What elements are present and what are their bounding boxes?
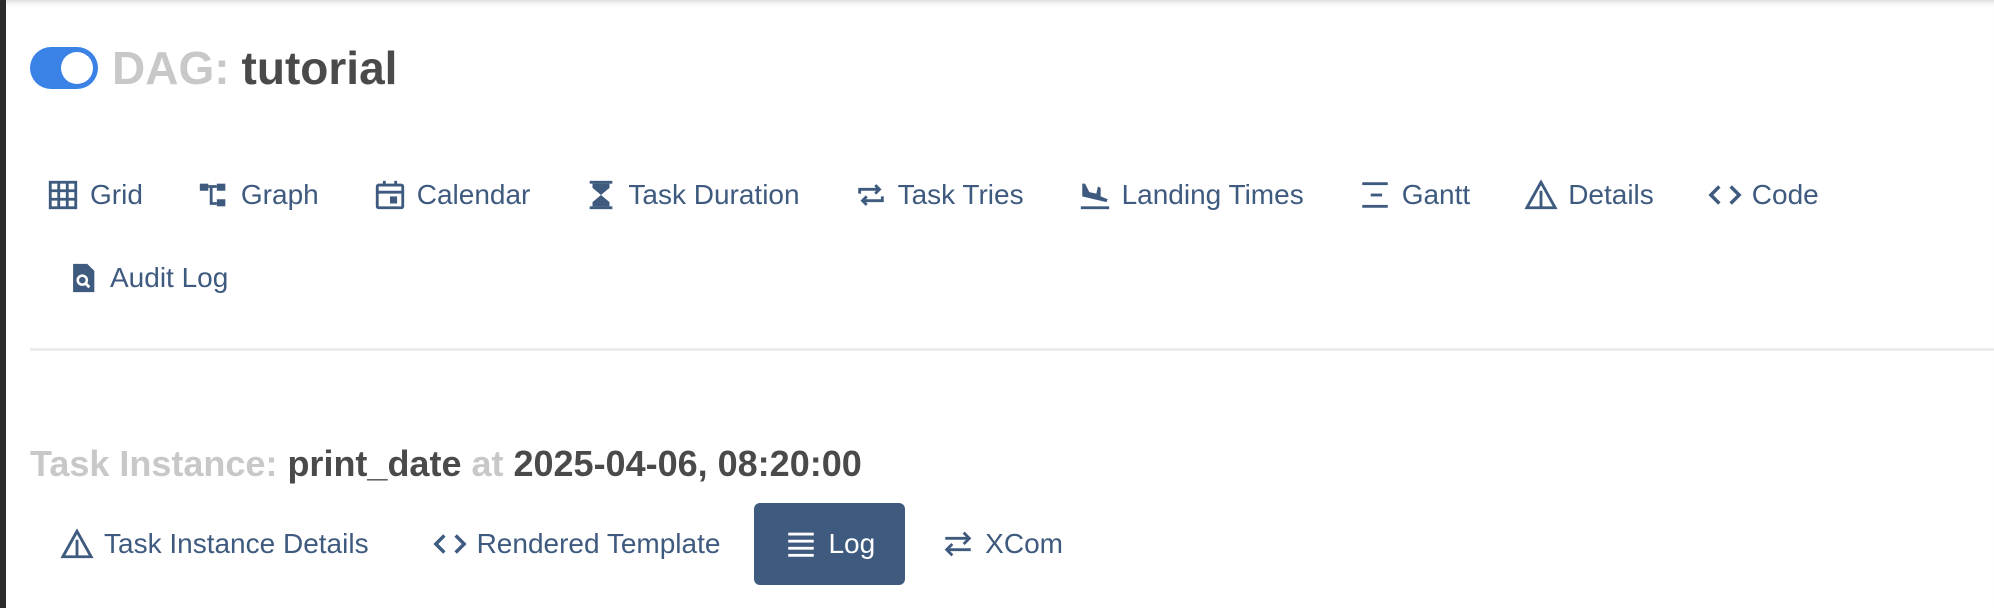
file-search-icon bbox=[73, 263, 95, 293]
nav-calendar-label: Calendar bbox=[416, 179, 531, 210]
tab-rendered-template-label: Rendered Template bbox=[476, 528, 721, 559]
code-icon bbox=[1708, 185, 1742, 205]
nav-gantt[interactable]: Gantt bbox=[1358, 172, 1470, 218]
graph-icon bbox=[199, 183, 226, 207]
dag-label-prefix: DAG: bbox=[112, 42, 230, 94]
task-instance-header: Task Instance: print_date at 2025-04-06,… bbox=[30, 442, 862, 486]
task-id: print_date bbox=[287, 443, 462, 484]
nav-gantt-label: Gantt bbox=[1401, 179, 1471, 210]
nav-landing-times[interactable]: Landing Times bbox=[1078, 172, 1304, 218]
code-icon bbox=[433, 534, 467, 554]
dag-pause-toggle[interactable] bbox=[30, 47, 98, 89]
nav-grid[interactable]: Grid bbox=[46, 172, 143, 218]
list-lines-icon bbox=[788, 532, 815, 557]
tab-log[interactable]: Log bbox=[754, 503, 906, 585]
nav-code-label: Code bbox=[1751, 179, 1819, 210]
section-divider bbox=[30, 348, 1994, 351]
tab-task-instance-details[interactable]: Task Instance Details bbox=[60, 503, 369, 585]
calendar-icon bbox=[375, 180, 404, 210]
nav-task-duration[interactable]: Task Duration bbox=[584, 172, 800, 218]
hourglass-icon bbox=[590, 180, 613, 210]
nav-task-tries[interactable]: Task Tries bbox=[854, 172, 1024, 218]
task-instance-at: at bbox=[471, 443, 504, 484]
nav-task-duration-label: Task Duration bbox=[628, 179, 800, 210]
tab-log-label: Log bbox=[828, 528, 876, 559]
nav-calendar[interactable]: Calendar bbox=[373, 172, 531, 218]
dag-view-nav-row-2: Audit Log bbox=[46, 255, 228, 301]
plane-landing-icon bbox=[1080, 183, 1109, 210]
nav-audit-log[interactable]: Audit Log bbox=[66, 255, 228, 301]
grid-icon bbox=[48, 180, 78, 210]
gantt-icon bbox=[1361, 182, 1388, 208]
task-instance-date: 2025-04-06, 08:20:00 bbox=[513, 443, 862, 484]
nav-task-tries-label: Task Tries bbox=[897, 179, 1024, 210]
tab-rendered-template[interactable]: Rendered Template bbox=[433, 503, 721, 585]
swap-icon bbox=[944, 531, 972, 557]
tab-task-instance-details-label: Task Instance Details bbox=[104, 528, 369, 559]
task-instance-tabs: Task Instance Details Rendered Template … bbox=[60, 503, 1063, 585]
toggle-knob bbox=[61, 52, 93, 84]
nav-audit-log-label: Audit Log bbox=[110, 262, 229, 293]
tab-xcom[interactable]: XCom bbox=[941, 503, 1063, 585]
nav-graph[interactable]: Graph bbox=[197, 172, 319, 218]
nav-landing-times-label: Landing Times bbox=[1121, 179, 1304, 210]
nav-graph-label: Graph bbox=[240, 179, 319, 210]
nav-details-label: Details bbox=[1568, 179, 1654, 210]
dag-view-nav: Grid Graph Calendar Task Duration Task T… bbox=[46, 172, 1819, 218]
dag-header: DAG: tutorial bbox=[30, 40, 397, 96]
nav-code[interactable]: Code bbox=[1708, 172, 1819, 218]
task-instance-prefix: Task Instance: bbox=[30, 443, 278, 484]
dag-name: tutorial bbox=[241, 42, 398, 94]
warning-triangle-icon bbox=[1524, 179, 1558, 210]
warning-triangle-icon bbox=[60, 528, 94, 559]
repeat-icon bbox=[857, 184, 884, 206]
tab-xcom-label: XCom bbox=[985, 528, 1063, 559]
nav-grid-label: Grid bbox=[90, 179, 143, 210]
nav-details[interactable]: Details bbox=[1524, 172, 1654, 218]
